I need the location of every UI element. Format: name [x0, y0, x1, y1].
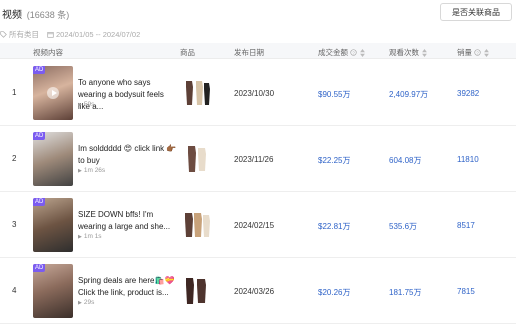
info-icon[interactable]: ? — [474, 49, 481, 56]
title-text: 视频 — [2, 10, 22, 21]
video-thumbnail[interactable]: AD — [33, 132, 73, 186]
sales-value: 11810 — [457, 155, 479, 164]
category-label: 所有类目 — [9, 29, 39, 39]
filter-bar: 所有类目 2024/01/05 -- 2024/07/02 — [0, 28, 148, 40]
product-image[interactable] — [180, 143, 212, 175]
video-description[interactable]: Im solddddd 😍 click link 👉🏾 to buy — [78, 143, 178, 167]
svg-text:?: ? — [476, 50, 479, 55]
video-thumbnail[interactable]: AD — [33, 198, 73, 252]
tag-icon — [0, 30, 7, 38]
gmv-value: $20.26万 — [318, 288, 351, 297]
publish-date: 2024/02/15 — [234, 221, 275, 230]
ad-badge: AD — [33, 198, 46, 206]
video-description[interactable]: SIZE DOWN bffs! I'm wearing a large and … — [78, 209, 178, 233]
category-filter[interactable]: 所有类目 — [0, 29, 39, 40]
publish-date: 2023/11/26 — [234, 155, 274, 164]
sort-icon[interactable] — [360, 48, 365, 57]
table-row[interactable]: 4 AD Spring deals are here🛍️💝 Click the … — [0, 258, 516, 324]
video-duration: 1m 1s — [78, 233, 102, 240]
views-value: 535.6万 — [389, 222, 418, 231]
related-product-button[interactable]: 是否关联商品 — [440, 3, 512, 21]
row-index: 2 — [12, 154, 17, 163]
date-filter[interactable]: 2024/01/05 -- 2024/07/02 — [47, 30, 140, 39]
publish-date: 2023/10/30 — [234, 89, 275, 98]
table-row[interactable]: 2 AD Im solddddd 😍 click link 👉🏾 to buy … — [0, 126, 516, 192]
row-index: 4 — [12, 286, 17, 295]
table-row[interactable]: 3 AD SIZE DOWN bffs! I'm wearing a large… — [0, 192, 516, 258]
row-index: 1 — [12, 88, 17, 97]
video-description[interactable]: Spring deals are here🛍️💝 Click the link,… — [78, 275, 178, 299]
ad-badge: AD — [33, 264, 46, 272]
header: 视频 (16638 条) 是否关联商品 — [0, 0, 516, 26]
video-duration: 59s — [78, 101, 94, 108]
sort-icon[interactable] — [422, 48, 427, 57]
info-icon[interactable]: ? — [350, 49, 357, 56]
gmv-value: $90.55万 — [318, 90, 351, 99]
play-icon[interactable] — [47, 87, 59, 99]
product-image[interactable] — [180, 209, 212, 241]
product-image[interactable] — [180, 77, 212, 109]
sales-value: 7815 — [457, 287, 475, 296]
column-product: 商品 — [180, 48, 195, 57]
sales-value: 39282 — [457, 89, 480, 98]
video-duration: 29s — [78, 299, 94, 306]
column-content: 视频内容 — [33, 48, 63, 57]
ad-badge: AD — [33, 132, 46, 140]
video-thumbnail[interactable]: AD — [33, 264, 73, 318]
video-thumbnail[interactable]: AD — [33, 66, 73, 120]
views-value: 604.08万 — [389, 156, 422, 165]
sort-icon[interactable] — [484, 48, 489, 57]
date-range-label: 2024/01/05 -- 2024/07/02 — [56, 29, 141, 39]
gmv-value: $22.81万 — [318, 222, 351, 231]
result-count: (16638 条) — [26, 10, 70, 20]
publish-date: 2024/03/26 — [234, 287, 275, 296]
product-image[interactable] — [180, 275, 212, 307]
table-row[interactable]: 1 AD To anyone who says wearing a bodysu… — [0, 60, 516, 126]
calendar-icon — [47, 31, 54, 38]
table-header: 视频内容 商品 发布日期 成交金额 ? 观看次数 销量 ? — [0, 43, 516, 59]
video-duration: 1m 26s — [78, 167, 105, 174]
views-value: 2,409.97万 — [389, 90, 429, 99]
gmv-value: $22.25万 — [318, 156, 351, 165]
views-value: 181.75万 — [389, 288, 422, 297]
column-gmv[interactable]: 成交金额 ? — [318, 47, 365, 58]
svg-text:?: ? — [352, 50, 355, 55]
column-sales[interactable]: 销量 ? — [457, 47, 489, 58]
row-index: 3 — [12, 220, 17, 229]
page-title: 视频 (16638 条) — [2, 6, 69, 21]
sales-value: 8517 — [457, 221, 475, 230]
column-views[interactable]: 观看次数 — [389, 47, 427, 58]
column-date[interactable]: 发布日期 — [234, 47, 264, 58]
ad-badge: AD — [33, 66, 46, 74]
